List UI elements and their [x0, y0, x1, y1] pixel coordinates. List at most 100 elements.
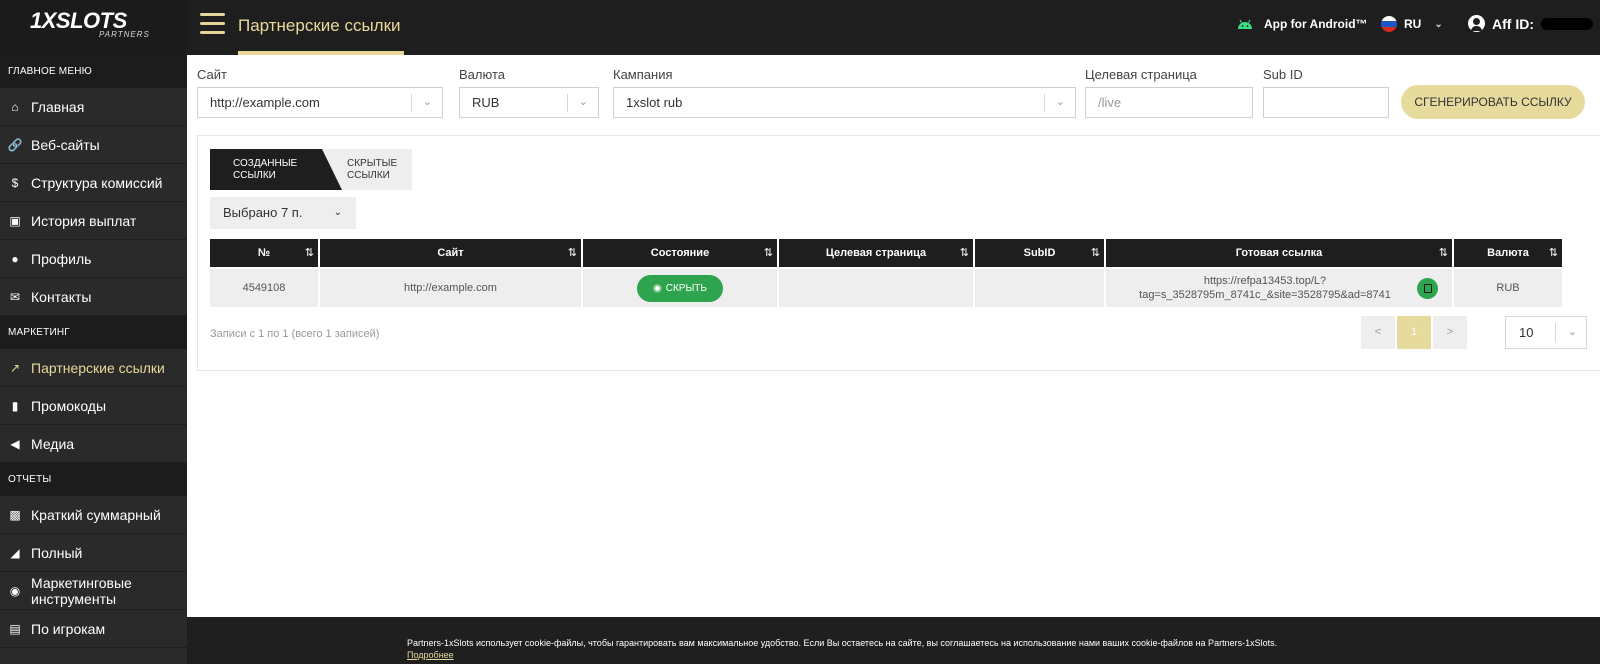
tab-created-line2: ССЫЛКИ	[233, 170, 276, 181]
sidebar-item-label: Структура комиссий	[31, 174, 163, 191]
currency-select[interactable]: RUB ⌄	[459, 87, 599, 118]
sidebar-item-marketing-tools[interactable]: ◉ Маркетинговые инструменты	[0, 572, 187, 610]
sidebar-item-label: Промокоды	[31, 397, 107, 414]
android-label: App for Android™	[1264, 17, 1368, 31]
sidebar-item-media[interactable]: ◀ Медиа	[0, 425, 187, 463]
sidebar-section-main: ГЛАВНОЕ МЕНЮ	[0, 55, 187, 88]
sidebar-item-label: Краткий суммарный	[31, 506, 161, 523]
campaign-value: 1xslot rub	[626, 95, 683, 110]
sidebar-item-label: Главная	[31, 98, 85, 115]
external-link-icon: ↗	[9, 360, 21, 375]
eye-icon: ◉	[653, 282, 662, 294]
column-header-state[interactable]: Состояние ⇅	[583, 239, 777, 267]
cell-currency: RUB	[1454, 269, 1562, 307]
cell-id: 4549108	[210, 269, 318, 307]
redacted-aff-id	[1541, 17, 1593, 30]
columns-select[interactable]: Выбрано 7 п. ⌄	[210, 197, 356, 229]
hide-button-label: СКРЫТЬ	[665, 282, 707, 294]
sidebar-item-label: Веб-сайты	[31, 136, 100, 153]
logo[interactable]: 1XSLOTS PARTNERS	[0, 0, 187, 55]
user-icon: ●	[11, 251, 19, 266]
home-icon: ⌂	[11, 99, 19, 114]
cookie-banner: Partners-1xSlots использует cookie-файлы…	[187, 617, 1600, 664]
sidebar-item-websites[interactable]: 🔗 Веб-сайты	[0, 126, 187, 164]
top-header: 1XSLOTS PARTNERS Партнерские ссылки App …	[0, 0, 1600, 55]
chevron-down-icon: ⌄	[1434, 18, 1443, 30]
per-page-select[interactable]: 10 ⌄	[1505, 316, 1587, 349]
header-label: Состояние	[650, 247, 710, 259]
per-page-value: 10	[1519, 325, 1534, 340]
prev-page-button[interactable]: <	[1361, 316, 1395, 349]
language-select[interactable]: RU ⌄	[1381, 16, 1443, 32]
page-title: Партнерские ссылки	[238, 16, 401, 35]
sidebar-item-home[interactable]: ⌂ Главная	[0, 88, 187, 126]
landing-input[interactable]: /live	[1085, 87, 1253, 118]
palette-icon: ◉	[9, 583, 21, 598]
column-header-subid[interactable]: SubID ⇅	[975, 239, 1104, 267]
aff-id-label: Aff ID:	[1492, 15, 1534, 32]
cookie-more-link[interactable]: Подробнее	[407, 650, 454, 660]
sidebar-item-label: Контакты	[31, 288, 92, 305]
sort-asc-icon: ⇅	[304, 247, 314, 259]
tab-hidden-links[interactable]: СКРЫТЫЕ ССЫЛКИ	[343, 149, 412, 190]
header-label: Готовая ссылка	[1235, 247, 1323, 259]
header-label: Сайт	[437, 247, 464, 259]
column-header-ready-link[interactable]: Готовая ссылка ⇅	[1106, 239, 1452, 267]
sidebar-item-commissions[interactable]: $ Структура комиссий	[0, 164, 187, 202]
ready-link-text[interactable]: https://refpa13453.top/L? tag=s_3528795m…	[1129, 274, 1429, 302]
hide-link-button[interactable]: ◉ СКРЫТЬ	[637, 274, 723, 302]
site-label: Сайт	[197, 67, 227, 82]
copy-icon[interactable]	[1417, 278, 1438, 299]
subid-input[interactable]	[1263, 87, 1389, 118]
next-page-button[interactable]: >	[1433, 316, 1467, 349]
header-label: Валюта	[1487, 247, 1529, 259]
site-select[interactable]: http://example.com ⌄	[197, 87, 443, 118]
sidebar-item-players[interactable]: ▤ По игрокам	[0, 610, 187, 648]
header-label: Целевая страница	[825, 247, 927, 259]
sidebar-item-full[interactable]: ◢ Полный	[0, 534, 187, 572]
currency-label: Валюта	[459, 67, 505, 82]
column-header-site[interactable]: Сайт ⇅	[320, 239, 581, 267]
sidebar-item-label: По игрокам	[31, 620, 106, 637]
sort-icon: ⇅	[1090, 247, 1100, 259]
column-header-number[interactable]: № ⇅	[210, 239, 318, 267]
android-app-link[interactable]: App for Android™	[1236, 17, 1368, 31]
column-header-landing[interactable]: Целевая страница ⇅	[779, 239, 973, 267]
chevron-down-icon: ⌄	[578, 96, 588, 108]
ready-link-line1: https://refpa13453.top/L?	[1203, 275, 1327, 287]
hamburger-menu-icon[interactable]	[200, 13, 225, 35]
campaign-label: Кампания	[613, 67, 673, 82]
sidebar-item-payouts[interactable]: ▣ История выплат	[0, 202, 187, 240]
sort-icon: ⇅	[1438, 247, 1448, 259]
tab-hidden-line1: СКРЫТЫЕ	[347, 158, 398, 169]
chevron-down-icon: ⌄	[333, 207, 342, 218]
page-1-button[interactable]: 1	[1397, 316, 1431, 349]
sidebar-item-label: История выплат	[31, 212, 137, 229]
records-info: Записи с 1 по 1 (всего 1 записей)	[210, 328, 380, 340]
bar-chart-icon: ▩	[9, 507, 21, 522]
sort-icon: ⇅	[567, 247, 577, 259]
chevron-down-icon: ⌄	[422, 96, 432, 108]
cell-site: http://example.com	[320, 269, 581, 307]
sidebar-item-contacts[interactable]: ✉ Контакты	[0, 278, 187, 316]
campaign-select[interactable]: 1xslot rub ⌄	[613, 87, 1076, 118]
columns-select-label: Выбрано 7 п.	[223, 205, 303, 220]
header-label: №	[257, 247, 271, 259]
account-menu[interactable]: Aff ID:	[1468, 15, 1593, 32]
landing-label: Целевая страница	[1085, 67, 1197, 82]
sidebar-item-summary[interactable]: ▩ Краткий суммарный	[0, 496, 187, 534]
chevron-down-icon: ⌄	[1567, 326, 1577, 338]
links-panel: СОЗДАННЫЕ ССЫЛКИ СКРЫТЫЕ ССЫЛКИ Выбрано …	[197, 135, 1600, 371]
sidebar-item-profile[interactable]: ● Профиль	[0, 240, 187, 278]
sidebar-item-promocodes[interactable]: ▮ Промокоды	[0, 387, 187, 425]
sidebar-item-label: Медиа	[31, 435, 75, 452]
sidebar-item-label: Полный	[31, 544, 83, 561]
column-header-currency[interactable]: Валюта ⇅	[1454, 239, 1562, 267]
sort-icon: ⇅	[1548, 247, 1558, 259]
ready-link-line2: tag=s_3528795m_8741c_&site=3528795&ad=87…	[1139, 289, 1391, 301]
tab-created-links[interactable]: СОЗДАННЫЕ ССЫЛКИ	[210, 149, 342, 190]
header-label: SubID	[1023, 247, 1056, 259]
sidebar-item-partner-links[interactable]: ↗ Партнерские ссылки	[0, 349, 187, 387]
currency-value: RUB	[472, 95, 500, 110]
generate-link-button[interactable]: СГЕНЕРИРОВАТЬ ССЫЛКУ	[1401, 85, 1585, 119]
